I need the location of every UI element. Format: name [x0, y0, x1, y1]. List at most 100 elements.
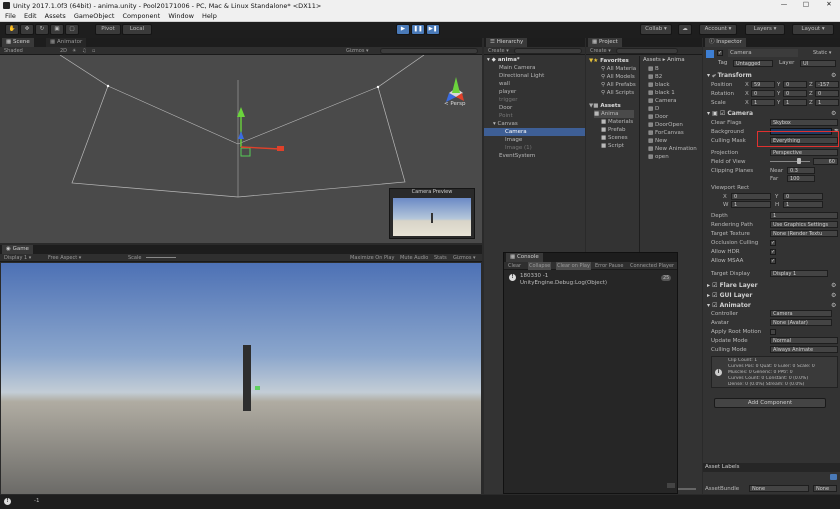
menu-window[interactable]: Window	[168, 12, 194, 20]
scene-gizmos-dropdown[interactable]: Gizmos ▾	[346, 47, 369, 55]
hierarchy-item-eventsystem[interactable]: EventSystem	[499, 152, 535, 160]
mute-audio-toggle[interactable]: Mute Audio	[400, 254, 428, 262]
project-file-new[interactable]: ▩ New	[648, 137, 667, 145]
favorite-item-scripts[interactable]: ⚲ All Scripts	[601, 89, 634, 97]
animator-header[interactable]: ▾ ☑ Animator	[703, 301, 840, 310]
stats-toggle[interactable]: Stats	[434, 254, 447, 262]
occlusion-culling-checkbox[interactable]: ✓	[770, 240, 776, 246]
target-texture-field[interactable]: None (Render Textu	[770, 230, 838, 237]
hierarchy-scene-root[interactable]: ▾ ◆ anima*	[487, 56, 583, 64]
maximize-on-play-toggle[interactable]: Maximize On Play	[350, 254, 394, 262]
viewport-w-field[interactable]: 1	[731, 201, 771, 208]
scene-search-input[interactable]	[380, 48, 478, 54]
apply-root-motion-checkbox[interactable]	[770, 329, 776, 335]
add-component-button[interactable]: Add Component	[714, 398, 826, 408]
allow-msaa-checkbox[interactable]: ✓	[770, 258, 776, 264]
position-y-field[interactable]: 0	[783, 81, 807, 88]
shading-mode-dropdown[interactable]: Shaded	[4, 47, 23, 55]
project-file-dooropen[interactable]: ▩ DoorOpen	[648, 121, 683, 129]
rotation-y-field[interactable]: 0	[783, 90, 807, 97]
game-viewport[interactable]	[1, 263, 481, 494]
console-clear-on-play-toggle[interactable]: Clear on Play	[556, 262, 591, 270]
hierarchy-item-point[interactable]: Point	[499, 112, 513, 120]
assets-header[interactable]: ▼■ Assets	[589, 102, 621, 110]
scale-z-field[interactable]: 1	[815, 99, 839, 106]
rendering-path-dropdown[interactable]: Use Graphics Settings	[770, 221, 838, 228]
console-scrollbar[interactable]	[667, 483, 675, 488]
viewport-x-field[interactable]: 0	[731, 193, 771, 200]
console-log-entry[interactable]: ! 180330 -1 UnityEngine.Debug:Log(Object…	[506, 273, 676, 287]
projection-dropdown[interactable]: Perspective	[770, 149, 838, 156]
project-breadcrumb[interactable]: Assets ▸ Anima	[643, 56, 685, 64]
rotation-x-field[interactable]: 0	[751, 90, 775, 97]
favorite-item-models[interactable]: ⚲ All Models	[601, 73, 635, 81]
active-checkbox[interactable]: ✓	[717, 50, 723, 56]
field-of-view-field[interactable]: 60	[813, 158, 838, 165]
hierarchy-item-trigger[interactable]: trigger	[499, 96, 518, 104]
scale-y-field[interactable]: 1	[783, 99, 807, 106]
update-mode-dropdown[interactable]: Normal	[770, 337, 838, 344]
hierarchy-create-dropdown[interactable]: Create ▾	[488, 47, 509, 55]
favorite-item-materials[interactable]: ⚲ All Materia	[601, 65, 636, 73]
inspector-object-name[interactable]: Camera	[728, 49, 798, 57]
depth-field[interactable]: 1	[770, 212, 838, 219]
aspect-dropdown[interactable]: Free Aspect ▾	[48, 254, 81, 262]
local-toggle[interactable]: Local	[122, 24, 152, 35]
field-of-view-slider[interactable]	[770, 161, 810, 162]
project-file-forcanvas[interactable]: ▩ ForCanvas	[648, 129, 684, 137]
gui-layer-settings-icon[interactable]: ⚙	[831, 292, 836, 299]
perspective-label[interactable]: < Persp	[444, 101, 465, 107]
allow-hdr-checkbox[interactable]: ✓	[770, 249, 776, 255]
hierarchy-item-player[interactable]: player	[499, 88, 516, 96]
project-file-door[interactable]: ▩ Door	[648, 113, 668, 121]
maximize-button[interactable]: □	[799, 0, 813, 8]
clear-flags-dropdown[interactable]: Skybox	[770, 119, 838, 126]
project-file-open[interactable]: ▩ open	[648, 153, 669, 161]
avatar-field[interactable]: None (Avatar)	[770, 319, 832, 326]
hand-tool-button[interactable]: ✋	[5, 24, 19, 35]
project-file-d[interactable]: ▩ D	[648, 105, 659, 113]
controller-field[interactable]: Camera	[770, 310, 832, 317]
display-dropdown[interactable]: Display 1 ▾	[4, 254, 31, 262]
2d-toggle[interactable]: 2D	[60, 47, 67, 55]
menu-help[interactable]: Help	[202, 12, 217, 20]
tag-dropdown[interactable]: Untagged	[733, 60, 773, 67]
scale-x-field[interactable]: 1	[751, 99, 775, 106]
asset-bundle-dropdown[interactable]: None	[749, 485, 809, 492]
assets-folder-prefab[interactable]: ■ Prefab	[601, 126, 626, 134]
scale-tool-button[interactable]: ▣	[50, 24, 64, 35]
rotate-tool-button[interactable]: ↻	[35, 24, 49, 35]
scale-slider[interactable]	[146, 257, 176, 258]
hierarchy-item-directional-light[interactable]: Directional Light	[499, 72, 544, 80]
menu-edit[interactable]: Edit	[24, 12, 37, 20]
hierarchy-item-camera-selected[interactable]: Camera	[484, 128, 585, 136]
close-button[interactable]: ✕	[822, 0, 836, 8]
tab-scene[interactable]: ▦ Scene	[2, 38, 34, 47]
transform-settings-icon[interactable]: ⚙	[831, 72, 836, 79]
play-button[interactable]: ▶	[396, 24, 410, 35]
game-gizmos-dropdown[interactable]: Gizmos ▾	[453, 254, 476, 262]
static-dropdown[interactable]: Static ▾	[813, 50, 831, 56]
assets-folder-anima[interactable]: ■ Anima	[594, 110, 634, 118]
project-create-dropdown[interactable]: Create ▾	[590, 47, 611, 55]
position-x-field[interactable]: 59	[751, 81, 775, 88]
hierarchy-item-wall[interactable]: wall	[499, 80, 510, 88]
favorite-item-prefabs[interactable]: ⚲ All Prefabs	[601, 81, 636, 89]
far-field[interactable]: 100	[787, 175, 815, 182]
project-file-new-animation[interactable]: ▩ New Animation	[648, 145, 697, 153]
layer-dropdown[interactable]: UI	[800, 60, 836, 67]
camera-settings-icon[interactable]: ⚙	[831, 110, 836, 117]
near-field[interactable]: 0.3	[787, 167, 815, 174]
project-search-input[interactable]	[616, 48, 678, 54]
hierarchy-item-main-camera[interactable]: Main Camera	[499, 64, 535, 72]
tab-hierarchy[interactable]: ☰ Hierarchy	[486, 38, 528, 47]
viewport-h-field[interactable]: 1	[783, 201, 823, 208]
favorites-header[interactable]: ▼★ Favorites	[589, 57, 629, 65]
collab-dropdown[interactable]: Collab ▾	[640, 24, 672, 35]
assets-folder-scenes[interactable]: ■ Scenes	[601, 134, 628, 142]
field-of-view-slider-handle[interactable]	[797, 158, 801, 164]
minimize-button[interactable]: —	[777, 0, 791, 8]
project-file-b2[interactable]: ▩ B2	[648, 73, 662, 81]
hierarchy-item-door[interactable]: Door	[499, 104, 512, 112]
project-file-b[interactable]: ▩ B	[648, 65, 659, 73]
